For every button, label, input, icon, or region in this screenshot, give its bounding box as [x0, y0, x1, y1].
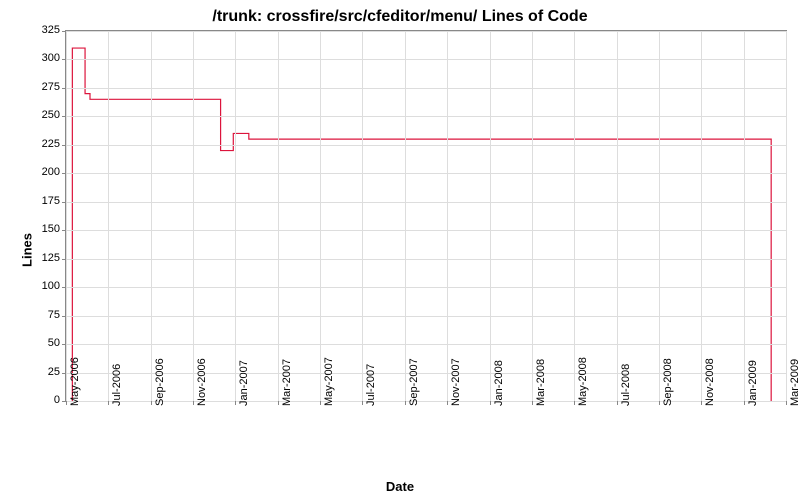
x-tick: [405, 401, 406, 405]
x-tick-label: Jul-2008: [620, 364, 632, 406]
grid-line-h: [66, 316, 786, 317]
grid-line-h: [66, 31, 786, 32]
grid-line-h: [66, 344, 786, 345]
chart-title: /trunk: crossfire/src/cfeditor/menu/ Lin…: [0, 8, 800, 26]
grid-line-v: [362, 31, 363, 401]
x-tick: [701, 401, 702, 405]
x-tick: [617, 401, 618, 405]
grid-line-h: [66, 173, 786, 174]
grid-line-v: [66, 31, 67, 401]
y-tick-label: 325: [25, 24, 60, 36]
grid-line-h: [66, 373, 786, 374]
grid-line-v: [108, 31, 109, 401]
line-series: [66, 31, 786, 401]
grid-line-v: [193, 31, 194, 401]
grid-line-v: [532, 31, 533, 401]
y-tick-label: 150: [25, 223, 60, 235]
grid-line-v: [659, 31, 660, 401]
grid-line-h: [66, 59, 786, 60]
x-tick: [235, 401, 236, 405]
grid-line-h: [66, 88, 786, 89]
y-tick-label: 275: [25, 81, 60, 93]
grid-line-v: [701, 31, 702, 401]
grid-line-h: [66, 259, 786, 260]
x-tick: [447, 401, 448, 405]
x-tick-label: Nov-2007: [450, 358, 462, 406]
grid-line-v: [405, 31, 406, 401]
x-tick: [193, 401, 194, 405]
x-tick: [490, 401, 491, 405]
x-axis-label: Date: [0, 479, 800, 494]
grid-line-h: [66, 116, 786, 117]
x-tick-label: Jul-2006: [111, 364, 123, 406]
x-tick: [786, 401, 787, 405]
x-tick: [744, 401, 745, 405]
x-tick-label: May-2008: [577, 357, 589, 406]
y-tick-label: 50: [25, 337, 60, 349]
y-tick-label: 75: [25, 309, 60, 321]
grid-line-h: [66, 287, 786, 288]
grid-line-v: [617, 31, 618, 401]
grid-line-v: [786, 31, 787, 401]
x-tick: [574, 401, 575, 405]
x-tick-label: Jul-2007: [365, 364, 377, 406]
x-tick-label: Nov-2006: [196, 358, 208, 406]
y-tick-label: 175: [25, 195, 60, 207]
y-tick-label: 250: [25, 109, 60, 121]
y-tick-label: 25: [25, 366, 60, 378]
x-tick-label: Nov-2008: [704, 358, 716, 406]
plot-area: [65, 30, 787, 402]
x-tick-label: Jan-2007: [238, 360, 250, 406]
x-tick-label: Mar-2009: [789, 359, 800, 406]
x-tick: [320, 401, 321, 405]
grid-line-v: [490, 31, 491, 401]
grid-line-v: [151, 31, 152, 401]
x-tick-label: May-2007: [323, 357, 335, 406]
grid-line-h: [66, 145, 786, 146]
grid-line-v: [574, 31, 575, 401]
grid-line-v: [744, 31, 745, 401]
grid-line-h: [66, 230, 786, 231]
x-tick: [659, 401, 660, 405]
grid-line-v: [278, 31, 279, 401]
x-tick-label: Sep-2008: [662, 358, 674, 406]
grid-line-v: [447, 31, 448, 401]
x-tick: [362, 401, 363, 405]
grid-line-v: [320, 31, 321, 401]
y-tick-label: 200: [25, 166, 60, 178]
y-tick-label: 300: [25, 52, 60, 64]
grid-line-h: [66, 401, 786, 402]
x-tick: [151, 401, 152, 405]
x-tick: [66, 401, 67, 405]
grid-line-v: [235, 31, 236, 401]
x-tick: [532, 401, 533, 405]
y-tick-label: 0: [25, 394, 60, 406]
x-tick: [278, 401, 279, 405]
x-tick-label: Jan-2009: [747, 360, 759, 406]
x-tick-label: May-2006: [69, 357, 81, 406]
x-tick-label: Sep-2006: [154, 358, 166, 406]
y-tick-label: 225: [25, 138, 60, 150]
grid-line-h: [66, 202, 786, 203]
x-tick-label: Jan-2008: [493, 360, 505, 406]
y-tick-label: 100: [25, 280, 60, 292]
x-tick: [108, 401, 109, 405]
x-tick-label: Mar-2008: [535, 359, 547, 406]
x-tick-label: Mar-2007: [281, 359, 293, 406]
y-tick-label: 125: [25, 252, 60, 264]
x-tick-label: Sep-2007: [408, 358, 420, 406]
